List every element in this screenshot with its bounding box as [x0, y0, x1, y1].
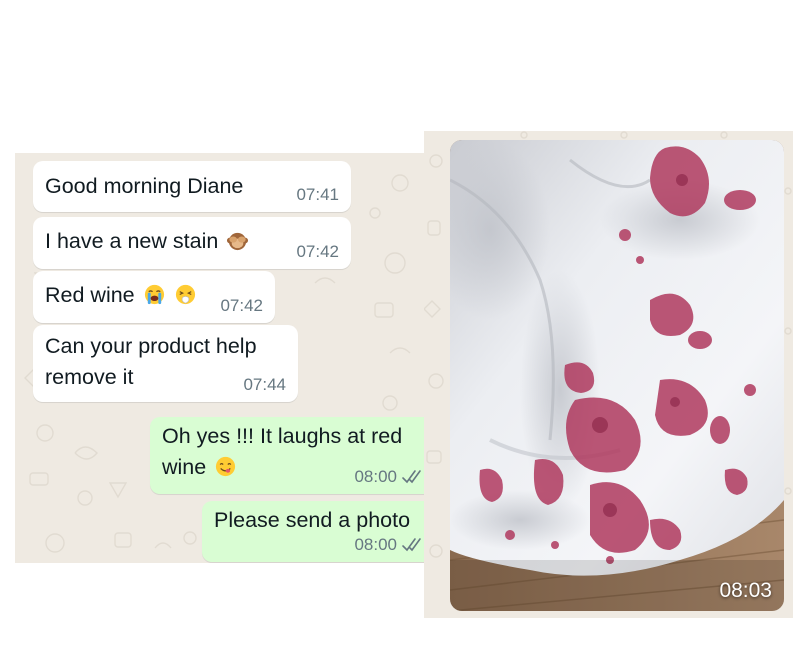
message-bubble-incoming[interactable]: Good morning Diane 07:41 — [33, 161, 351, 212]
message-text-line-1: Oh yes !!! It laughs at red — [162, 424, 403, 448]
photo-timestamp: 08:03 — [719, 579, 772, 602]
message-text-line-2: remove it — [45, 365, 134, 389]
message-text-line-2: wine — [162, 455, 207, 479]
message-timestamp: 08:00 — [354, 535, 397, 554]
message-text-line-1: Can your product help — [45, 334, 257, 358]
see-no-evil-monkey-icon — [227, 232, 249, 251]
message-text: Red wine — [45, 283, 135, 307]
message-meta: 08:00 — [354, 535, 425, 555]
loudly-crying-face-icon — [144, 284, 164, 305]
message-text: I have a new stain — [45, 229, 219, 253]
message-timestamp: 07:41 — [296, 185, 339, 204]
message-bubble-incoming[interactable]: I have a new stain 07:42 — [33, 217, 351, 269]
read-double-check-icon — [402, 538, 421, 552]
sneezing-face-icon — [175, 284, 195, 305]
message-timestamp: 07:42 — [296, 242, 339, 261]
message-bubble-incoming[interactable]: Red wine 07:42 — [33, 271, 275, 323]
read-double-check-icon — [402, 470, 421, 484]
message-bubble-outgoing[interactable]: Oh yes !!! It laughs at red wine 08:00 — [150, 417, 430, 494]
message-text-with-emoji: wine — [162, 452, 237, 483]
screenshot-collage: Good morning Diane 07:41 I have a new st… — [0, 0, 800, 671]
message-text: Please send a photo — [214, 508, 411, 532]
stain-photo[interactable]: 08:03 — [450, 140, 784, 611]
message-text-with-emoji: I have a new stain — [45, 226, 249, 257]
message-timestamp: 08:00 — [354, 467, 397, 486]
face-savoring-food-icon — [216, 456, 236, 477]
chat-conversation[interactable]: Good morning Diane 07:41 I have a new st… — [15, 153, 430, 563]
photo-message-card[interactable]: 08:03 — [424, 131, 793, 618]
message-meta: 08:00 — [354, 467, 425, 487]
message-bubble-incoming[interactable]: Can your product help remove it 07:44 — [33, 325, 298, 402]
duvet-photo-image — [450, 140, 784, 611]
message-timestamp: 07:44 — [243, 375, 286, 394]
message-text: Good morning Diane — [45, 174, 244, 198]
message-bubble-outgoing[interactable]: Please send a photo 08:00 — [202, 501, 430, 562]
message-timestamp: 07:42 — [220, 296, 263, 315]
message-text-with-emoji: Red wine — [45, 280, 197, 311]
